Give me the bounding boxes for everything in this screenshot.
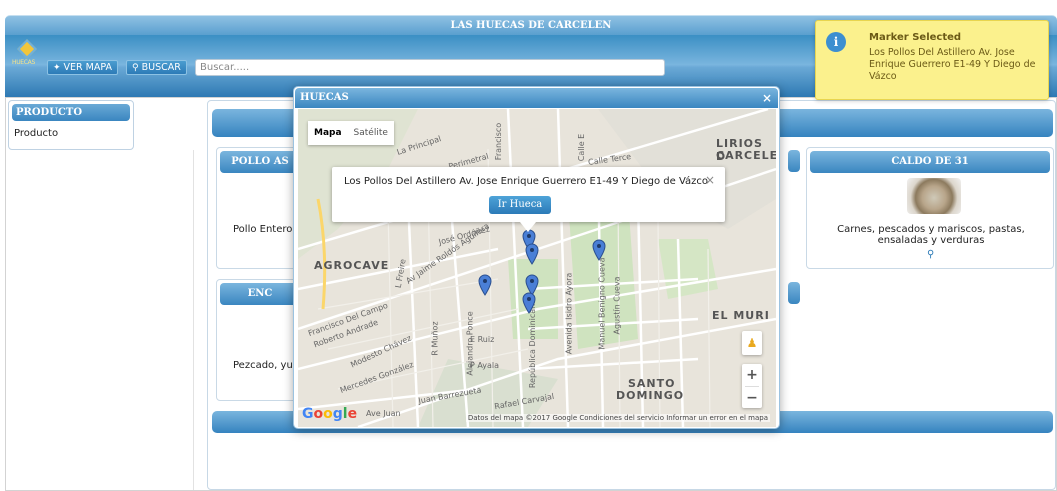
marker-selected-notification[interactable]: i Marker Selected Los Pollos Del Astille… [815, 20, 1049, 100]
card-middle-head-2 [788, 282, 800, 304]
close-icon[interactable]: × [762, 88, 772, 108]
notification-title: Marker Selected [869, 32, 962, 43]
logo-diamond-icon [17, 39, 37, 59]
map-type-satellite[interactable]: Satélite [348, 121, 394, 145]
info-close-icon[interactable]: × [705, 173, 715, 187]
google-logo[interactable]: Google [302, 406, 357, 422]
card-caldo-title: CALDO DE 31 [810, 151, 1050, 173]
notification-text: Los Pollos Del Astillero Av. Jose Enriqu… [869, 47, 1036, 82]
search-icon: ⚲ [132, 63, 139, 73]
zoom-control: + − [742, 364, 762, 408]
dish-image [907, 178, 961, 214]
info-window-tail [520, 222, 536, 232]
sidebar: PRODUCTO Producto [8, 100, 134, 150]
map-marker-icon[interactable] [522, 292, 536, 314]
ir-hueca-button[interactable]: Ir Hueca [489, 196, 551, 214]
card-enc-text: Pezcado, yu [233, 360, 293, 371]
ver-mapa-label: VER MAPA [63, 62, 112, 73]
street-label: R Muñoz [430, 321, 440, 356]
dialog-titlebar[interactable]: HUECAS × [295, 88, 778, 108]
ver-mapa-button[interactable]: ✦ VER MAPA [47, 60, 118, 75]
sidebar-column [8, 150, 194, 490]
street-label: Agustín Cueva [612, 276, 622, 335]
card-middle-edge [788, 147, 800, 172]
logo: HUECAS [12, 39, 42, 70]
street-label: Alejandro Ponce [465, 311, 475, 376]
marker-info-window: Los Pollos Del Astillero Av. Jose Enriqu… [332, 167, 725, 232]
street-label: Calle E [577, 133, 587, 162]
street-label: Ave Juan [366, 409, 401, 418]
map-view[interactable]: Mapa Satélite LIRIOS D CARCELE AGROCAVE … [298, 109, 776, 427]
place-label-domingo: DOMINGO [616, 389, 685, 402]
logo-text: HUECAS [12, 59, 35, 66]
place-label-carcelen: CARCELE [716, 149, 776, 162]
card-enc[interactable]: ENC Pezcado, yu [216, 279, 304, 401]
card-pollo-title: POLLO AS [220, 151, 300, 173]
card-caldo-search-icon[interactable]: ⚲ [927, 249, 934, 260]
card-pollo-text: Pollo Entero [233, 224, 293, 235]
sidebar-header: PRODUCTO [12, 104, 130, 121]
zoom-out-button[interactable]: − [742, 387, 762, 409]
map-type-map[interactable]: Mapa [308, 121, 348, 145]
dialog-title: HUECAS [300, 92, 349, 103]
map-marker-icon[interactable] [525, 243, 539, 265]
pegman-icon[interactable]: ♟ [742, 331, 762, 355]
card-caldo-text: Carnes, pescados y mariscos, pastas, ens… [837, 224, 1025, 246]
map-marker-icon[interactable] [478, 274, 492, 296]
place-label-el-muri: EL MURI [712, 309, 770, 322]
pin-icon: ✦ [53, 63, 61, 73]
sidebar-item-producto[interactable]: Producto [14, 128, 58, 139]
card-middle-edge-2 [788, 279, 800, 304]
card-pollo[interactable]: POLLO AS Pollo Entero [216, 147, 304, 269]
place-label-agrocave: AGROCAVE [314, 259, 390, 272]
buscar-label: BUSCAR [141, 62, 181, 73]
info-window-text: Los Pollos Del Astillero Av. Jose Enriqu… [344, 176, 709, 187]
map-marker-icon[interactable] [592, 239, 606, 261]
card-middle-head [788, 150, 800, 172]
search-input[interactable]: Buscar..... [195, 59, 665, 76]
street-label: Avenida Isidro Ayora [564, 272, 574, 355]
street-label: Francisco [494, 122, 504, 161]
zoom-in-button[interactable]: + [742, 364, 762, 386]
map-type-control: Mapa Satélite [308, 121, 394, 145]
card-enc-title: ENC [220, 283, 300, 305]
huecas-dialog: HUECAS × Mapa Satélite LIRIOS D CARCELE … [293, 86, 780, 429]
buscar-button[interactable]: ⚲ BUSCAR [126, 60, 187, 75]
map-attribution[interactable]: Datos del mapa ©2017 Google Condiciones … [465, 414, 770, 422]
street-label: Manuel Benigno Cueva [597, 257, 607, 350]
card-caldo[interactable]: CALDO DE 31 Carnes, pescados y mariscos,… [806, 147, 1054, 269]
info-icon: i [826, 32, 846, 52]
